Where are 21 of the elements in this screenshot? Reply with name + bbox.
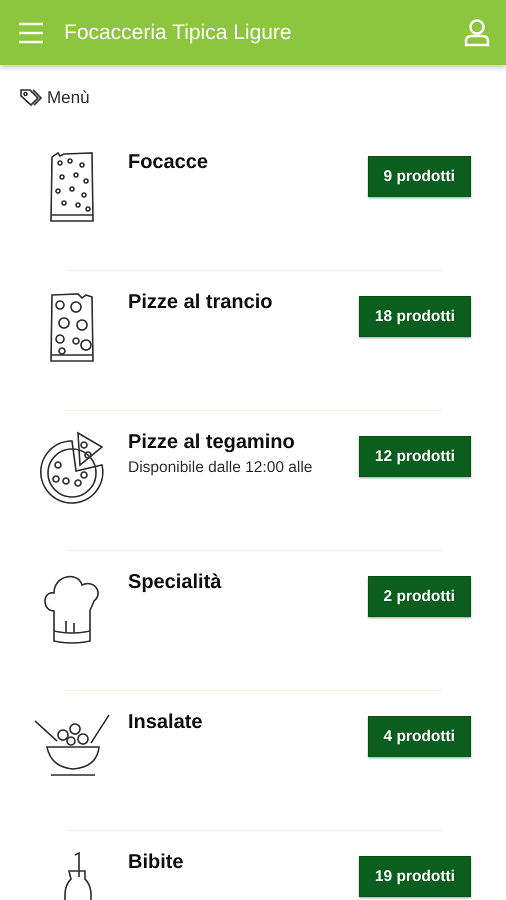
category-name: Insalate <box>128 711 204 734</box>
menu-icon[interactable] <box>18 22 44 44</box>
focaccia-icon <box>48 151 96 223</box>
product-count-button[interactable]: 2 prodotti <box>368 576 471 617</box>
section-label: Menù <box>47 88 90 108</box>
product-count-button[interactable]: 4 prodotti <box>368 716 471 757</box>
category-name: Focacce <box>128 151 210 174</box>
category-name: Pizze al tegamino <box>128 431 296 454</box>
category-name: Pizze al trancio <box>128 291 274 314</box>
user-icon[interactable] <box>464 18 490 46</box>
tag-icon <box>19 88 43 108</box>
product-count-button[interactable]: 19 prodotti <box>358 856 471 897</box>
category-name: Specialità <box>128 571 222 594</box>
product-count-button[interactable]: 18 prodotti <box>358 296 471 337</box>
product-count-button[interactable]: 9 prodotti <box>368 156 471 197</box>
category-name: Bibite <box>128 851 185 874</box>
product-count-button[interactable]: 12 prodotti <box>358 436 471 477</box>
app-title: Focacceria Tipica Ligure <box>64 20 293 44</box>
pizza-slice-icon <box>48 291 96 363</box>
availability-note: Disponibile dalle 12:00 alle <box>128 459 314 477</box>
pizza-icon <box>38 431 106 505</box>
